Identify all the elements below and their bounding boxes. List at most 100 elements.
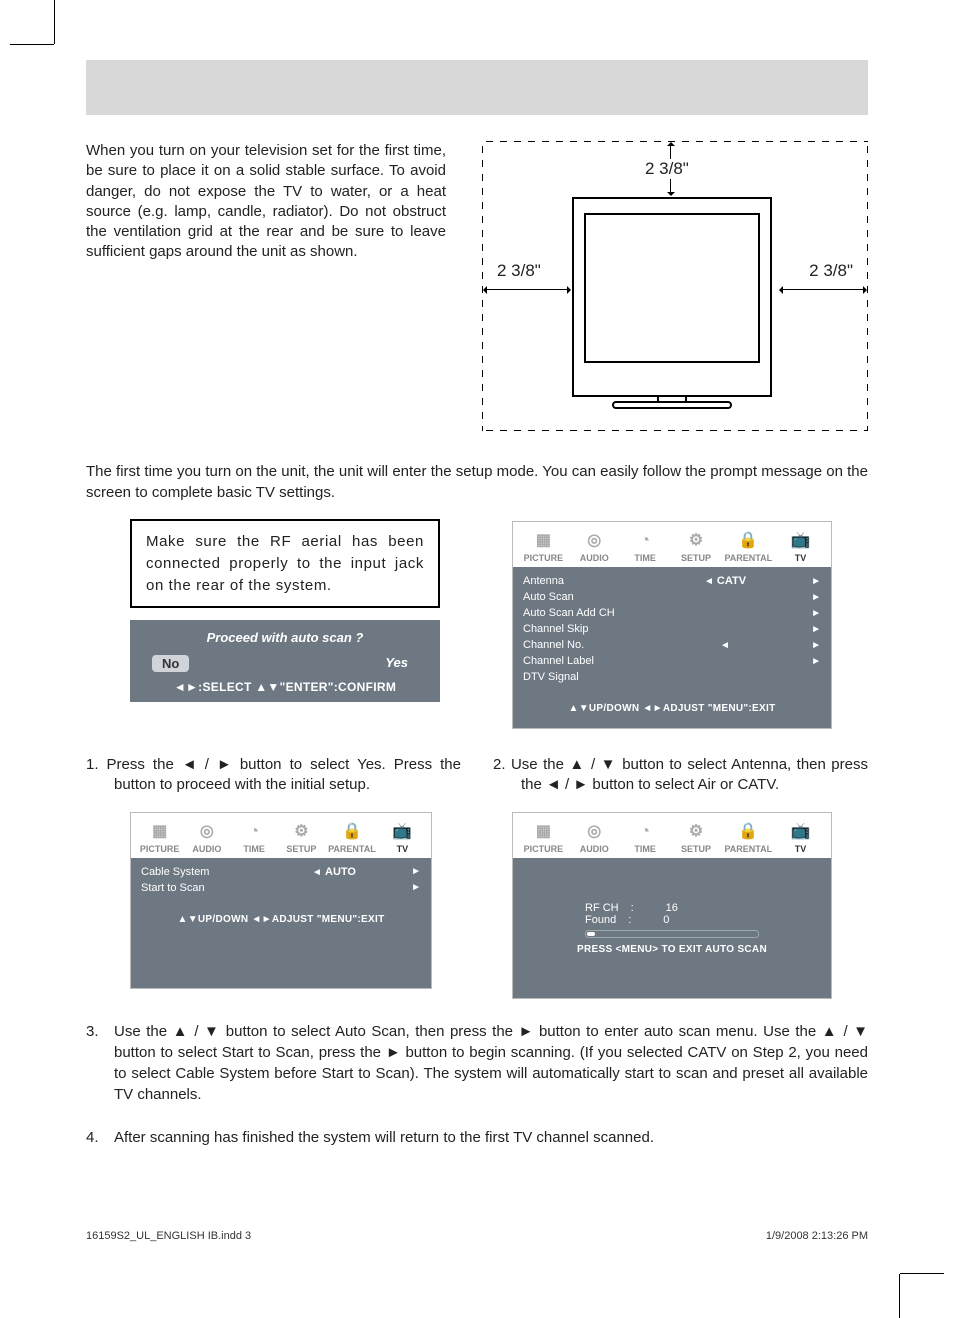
- parental-icon: 🔒: [724, 821, 772, 841]
- osd-item-label: Channel Label: [523, 655, 643, 667]
- tv-icon: 📺: [382, 821, 423, 841]
- osd-tab-setup[interactable]: ⚙ SETUP: [281, 821, 322, 854]
- osd-tab-label: PARENTAL: [328, 844, 376, 854]
- autoscan-dialog: Proceed with auto scan ? No Yes ◄►:SELEC…: [130, 620, 440, 702]
- intro-paragraph: When you turn on your television set for…: [86, 141, 446, 431]
- osd-tab-label: AUDIO: [192, 844, 221, 854]
- osd-tab-setup[interactable]: ⚙ SETUP: [674, 530, 719, 563]
- picture-icon: ▦: [521, 530, 566, 550]
- osd-tab-label: TIME: [634, 844, 656, 854]
- osd-tab-tv[interactable]: 📺 TV: [778, 530, 823, 563]
- osd-tab-tv[interactable]: 📺 TV: [778, 821, 823, 854]
- chevron-right-icon: ►: [407, 866, 421, 877]
- osd-item-value: ◄ AUTO: [261, 866, 407, 878]
- header-bar: [86, 60, 868, 115]
- osd-item-value: ◄: [643, 639, 807, 651]
- time-icon: ◔: [623, 532, 668, 550]
- osd-item[interactable]: Antenna◄ CATV►: [523, 573, 821, 589]
- osd-tab-label: TV: [795, 844, 807, 854]
- osd-tab-audio[interactable]: ◎AUDIO: [572, 821, 617, 854]
- osd-item[interactable]: Auto Scan Add CH ►: [523, 605, 821, 621]
- found-value: 0: [663, 914, 669, 926]
- step-2: 2. Use the ▲ / ▼ button to select Antenn…: [493, 755, 868, 796]
- dim-right: 2 3/8": [806, 261, 856, 281]
- tv-icon: 📺: [778, 821, 823, 841]
- setup-icon: ⚙: [281, 821, 322, 841]
- tv-outline: [572, 197, 772, 397]
- osd-item[interactable]: Channel No.◄ ►: [523, 637, 821, 653]
- osd-item-label: Start to Scan: [141, 882, 261, 894]
- osd-item-label: Auto Scan Add CH: [523, 607, 643, 619]
- chevron-right-icon: ►: [807, 624, 821, 635]
- osd-tab-label: TV: [795, 553, 807, 563]
- osd-hint: ▲▼UP/DOWN ◄►ADJUST "MENU":EXIT: [141, 896, 421, 925]
- step-4: After scanning has finished the system w…: [114, 1127, 868, 1148]
- chevron-right-icon: ►: [807, 608, 821, 619]
- osd-item-label: Channel Skip: [523, 623, 643, 635]
- osd-tab-label: PICTURE: [140, 844, 180, 854]
- osd-tab-label: SETUP: [286, 844, 316, 854]
- chevron-right-icon: ►: [807, 640, 821, 651]
- setup-icon: ⚙: [674, 821, 719, 841]
- found-label: Found: [585, 914, 616, 926]
- osd-item[interactable]: Channel Label ►: [523, 653, 821, 669]
- osd-item[interactable]: Cable System◄ AUTO►: [141, 864, 421, 880]
- osd-tab-label: TIME: [634, 553, 656, 563]
- osd-tab-picture[interactable]: ▦ PICTURE: [521, 821, 566, 854]
- osd-tab-time[interactable]: ◔ TIME: [623, 532, 668, 563]
- setup-icon: ⚙: [674, 530, 719, 550]
- picture-icon: ▦: [521, 821, 566, 841]
- osd-tv-menu: ▦ PICTURE ◎AUDIO ◔ TIME ⚙ SETUP 🔒PARENTAL 📺 TV An…: [512, 521, 832, 729]
- osd-item-label: DTV Signal: [523, 671, 643, 683]
- osd-tab-picture[interactable]: ▦ PICTURE: [139, 821, 180, 854]
- osd-tab-label: AUDIO: [580, 844, 609, 854]
- clearance-diagram: 2 3/8" 2 3/8" 2 3/8": [482, 141, 868, 431]
- osd-tab-audio[interactable]: ◎ AUDIO: [186, 821, 227, 854]
- osd-tab-label: PARENTAL: [724, 844, 772, 854]
- osd-tab-label: PICTURE: [524, 553, 564, 563]
- osd-tab-label: TIME: [243, 844, 265, 854]
- osd-tab-label: SETUP: [681, 844, 711, 854]
- no-button[interactable]: No: [152, 655, 189, 672]
- step-4-num: 4.: [86, 1127, 114, 1148]
- picture-icon: ▦: [139, 821, 180, 841]
- osd-item[interactable]: Channel Skip ►: [523, 621, 821, 637]
- osd-tab-parental[interactable]: 🔒 PARENTAL: [328, 821, 376, 854]
- osd-hint: ▲▼UP/DOWN ◄►ADJUST "MENU":EXIT: [523, 685, 821, 714]
- osd-tab-label: SETUP: [681, 553, 711, 563]
- parental-icon: 🔒: [328, 821, 376, 841]
- chevron-right-icon: ►: [807, 576, 821, 587]
- osd-item[interactable]: Start to Scan ►: [141, 880, 421, 896]
- rfch-label: RF CH: [585, 902, 619, 914]
- dim-left: 2 3/8": [494, 261, 544, 281]
- osd-tab-label: PICTURE: [524, 844, 564, 854]
- osd-item-label: Cable System: [141, 866, 261, 878]
- osd-tab-label: PARENTAL: [724, 553, 772, 563]
- osd-item-label: Auto Scan: [523, 591, 643, 603]
- osd-tab-setup[interactable]: ⚙ SETUP: [674, 821, 719, 854]
- chevron-right-icon: ►: [807, 656, 821, 667]
- osd-item[interactable]: Auto Scan►: [523, 589, 821, 605]
- osd-tab-time[interactable]: ◔TIME: [623, 823, 668, 854]
- osd-tab-audio[interactable]: ◎AUDIO: [572, 530, 617, 563]
- step-3-num: 3.: [86, 1021, 114, 1105]
- dim-top: 2 3/8": [642, 159, 692, 179]
- osd-item-label: Antenna: [523, 575, 643, 587]
- yes-button[interactable]: Yes: [385, 655, 408, 672]
- chevron-right-icon: ►: [407, 882, 421, 893]
- osd-tab-picture[interactable]: ▦ PICTURE: [521, 530, 566, 563]
- step-1: 1. Press the ◄ / ► button to select Yes.…: [86, 755, 461, 796]
- audio-icon: ◎: [186, 821, 227, 841]
- scan-progress-bar: [585, 930, 759, 938]
- footer-file: 16159S2_UL_ENGLISH IB.indd 3: [86, 1230, 251, 1242]
- osd-tab-parental[interactable]: 🔒PARENTAL: [724, 530, 772, 563]
- tv-icon: 📺: [778, 530, 823, 550]
- osd-item[interactable]: DTV Signal: [523, 669, 821, 685]
- osd-tab-time[interactable]: ◔TIME: [234, 823, 275, 854]
- step-3: Use the ▲ / ▼ button to select Auto Scan…: [114, 1021, 868, 1105]
- osd-scan-progress: ▦ PICTURE ◎AUDIO◔TIME ⚙ SETUP 🔒 PARENTAL 📺 TV RF…: [512, 812, 832, 999]
- osd-item-label: Channel No.: [523, 639, 643, 651]
- osd-tab-tv[interactable]: 📺TV: [382, 821, 423, 854]
- osd-tab-parental[interactable]: 🔒 PARENTAL: [724, 821, 772, 854]
- rfch-value: 16: [666, 902, 678, 914]
